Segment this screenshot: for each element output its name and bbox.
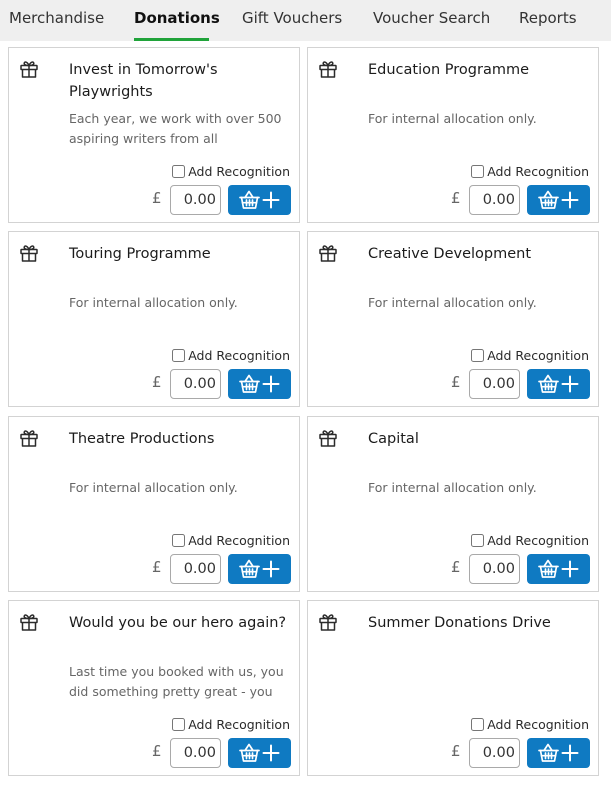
donation-title: Would you be our hero again? (69, 615, 287, 631)
currency-symbol: £ (451, 189, 461, 207)
donation-title: Creative Development (368, 246, 532, 262)
tab-merchandise[interactable]: Merchandise (9, 9, 104, 27)
donation-card: Invest in Tomorrow's Playwrights Each ye… (8, 47, 300, 223)
recognition-checkbox[interactable] (471, 165, 485, 178)
recognition-checkbox[interactable] (172, 534, 186, 547)
basket-plus-icon (238, 742, 281, 764)
gift-icon (318, 428, 338, 448)
add-to-basket-button[interactable] (527, 738, 590, 768)
donation-title: Invest in Tomorrow's Playwrights (69, 62, 218, 100)
donation-title: Capital (368, 431, 419, 447)
donation-title: Touring Programme (69, 246, 211, 262)
add-recognition-checkbox[interactable]: Add Recognition (172, 348, 290, 363)
recognition-checkbox[interactable] (471, 534, 485, 547)
basket-plus-icon (238, 189, 281, 211)
basket-plus-icon (238, 558, 281, 580)
add-recognition-checkbox[interactable]: Add Recognition (172, 164, 290, 179)
donation-description: For internal allocation only. (368, 480, 537, 495)
add-recognition-checkbox[interactable]: Add Recognition (471, 717, 589, 732)
donation-card: Education Programme For internal allocat… (307, 47, 599, 223)
tab-bar: Merchandise Donations Gift Vouchers Vouc… (0, 0, 611, 41)
donation-card: Creative Development For internal alloca… (307, 231, 599, 407)
amount-input[interactable] (170, 738, 221, 768)
recognition-label: Add Recognition (188, 717, 290, 732)
amount-input[interactable] (469, 369, 520, 399)
add-to-basket-button[interactable] (527, 185, 590, 215)
donation-card: Capital For internal allocation only. Ad… (307, 416, 599, 592)
add-recognition-checkbox[interactable]: Add Recognition (471, 164, 589, 179)
donation-title: Theatre Productions (69, 431, 215, 447)
gift-icon (318, 243, 338, 263)
basket-plus-icon (537, 558, 580, 580)
recognition-label: Add Recognition (487, 164, 589, 179)
basket-plus-icon (537, 742, 580, 764)
add-recognition-checkbox[interactable]: Add Recognition (471, 533, 589, 548)
donation-description: Last time you booked with us, you did so… (69, 664, 284, 699)
basket-plus-icon (238, 373, 281, 395)
recognition-checkbox[interactable] (471, 718, 485, 731)
donation-title: Education Programme (368, 62, 530, 78)
recognition-checkbox[interactable] (172, 349, 186, 362)
add-to-basket-button[interactable] (228, 185, 291, 215)
add-to-basket-button[interactable] (228, 738, 291, 768)
donation-description (368, 662, 588, 702)
amount-input[interactable] (170, 554, 221, 584)
currency-symbol: £ (152, 373, 162, 391)
add-to-basket-button[interactable] (228, 369, 291, 399)
amount-input[interactable] (170, 369, 221, 399)
add-to-basket-button[interactable] (228, 554, 291, 584)
add-recognition-checkbox[interactable]: Add Recognition (172, 533, 290, 548)
donation-description: Each year, we work with over 500 aspirin… (69, 111, 282, 146)
add-recognition-checkbox[interactable]: Add Recognition (471, 348, 589, 363)
gift-icon (19, 59, 39, 79)
recognition-label: Add Recognition (487, 717, 589, 732)
recognition-label: Add Recognition (188, 348, 290, 363)
add-to-basket-button[interactable] (527, 369, 590, 399)
gift-icon (318, 612, 338, 632)
recognition-label: Add Recognition (188, 533, 290, 548)
amount-input[interactable] (469, 554, 520, 584)
donation-card: Touring Programme For internal allocatio… (8, 231, 300, 407)
amount-input[interactable] (469, 185, 520, 215)
donation-card: Summer Donations Drive Add Recognition £ (307, 600, 599, 776)
add-to-basket-button[interactable] (527, 554, 590, 584)
currency-symbol: £ (152, 742, 162, 760)
recognition-label: Add Recognition (188, 164, 290, 179)
recognition-checkbox[interactable] (172, 718, 186, 731)
gift-icon (318, 59, 338, 79)
donation-title: Summer Donations Drive (368, 615, 551, 631)
gift-icon (19, 243, 39, 263)
donation-card: Would you be our hero again? Last time y… (8, 600, 300, 776)
amount-input[interactable] (469, 738, 520, 768)
amount-input[interactable] (170, 185, 221, 215)
recognition-checkbox[interactable] (471, 349, 485, 362)
active-tab-indicator (134, 38, 209, 41)
gift-icon (19, 612, 39, 632)
donation-card: Theatre Productions For internal allocat… (8, 416, 300, 592)
recognition-label: Add Recognition (487, 348, 589, 363)
currency-symbol: £ (152, 189, 162, 207)
recognition-label: Add Recognition (487, 533, 589, 548)
donation-description: For internal allocation only. (368, 295, 537, 310)
basket-plus-icon (537, 189, 580, 211)
tab-gift-vouchers[interactable]: Gift Vouchers (242, 9, 342, 27)
basket-plus-icon (537, 373, 580, 395)
donation-description: For internal allocation only. (69, 295, 238, 310)
tab-donations[interactable]: Donations (134, 9, 220, 27)
tab-reports[interactable]: Reports (519, 9, 577, 27)
currency-symbol: £ (152, 558, 162, 576)
currency-symbol: £ (451, 742, 461, 760)
tab-voucher-search[interactable]: Voucher Search (373, 9, 490, 27)
donation-description: For internal allocation only. (368, 111, 537, 126)
recognition-checkbox[interactable] (172, 165, 186, 178)
add-recognition-checkbox[interactable]: Add Recognition (172, 717, 290, 732)
gift-icon (19, 428, 39, 448)
currency-symbol: £ (451, 558, 461, 576)
donation-description: For internal allocation only. (69, 480, 238, 495)
currency-symbol: £ (451, 373, 461, 391)
